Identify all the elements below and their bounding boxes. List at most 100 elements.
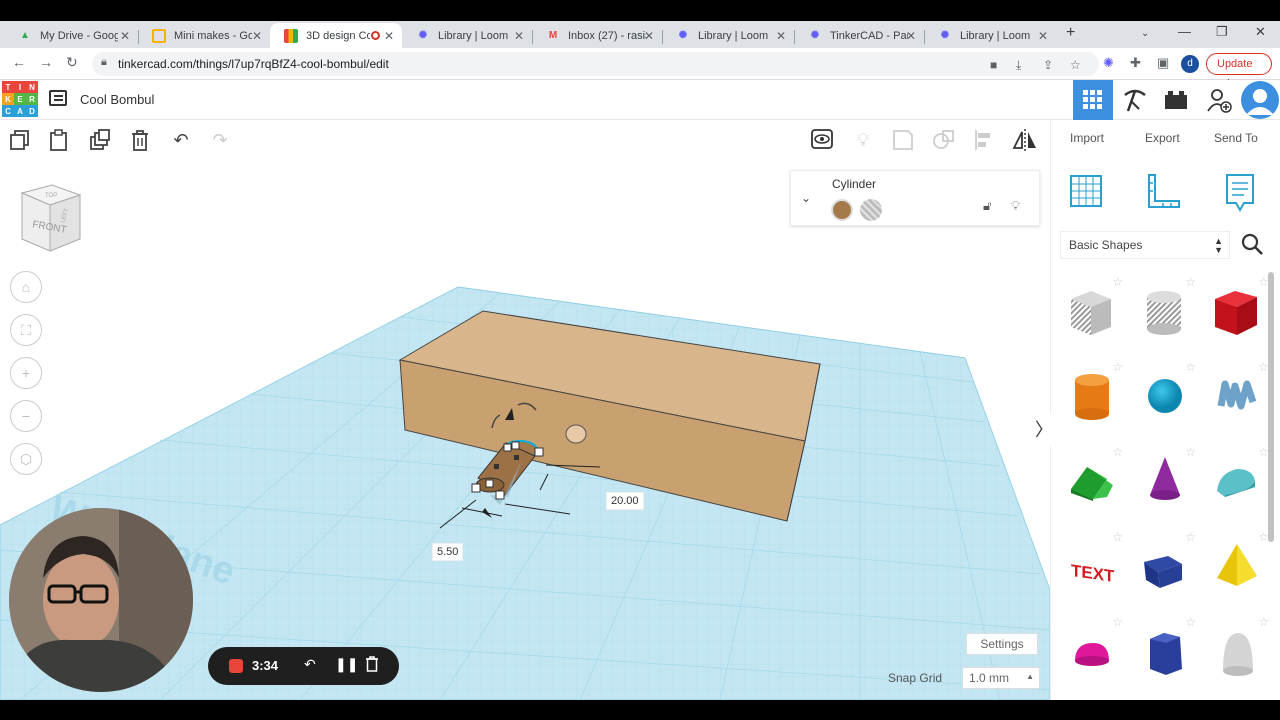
scribble-tile[interactable]: ☆ <box>1203 360 1273 442</box>
pause-icon[interactable]: ❚❚ <box>335 656 358 673</box>
collapse-chevron-icon[interactable]: ⌄ <box>801 191 811 205</box>
trash-icon[interactable] <box>365 656 379 675</box>
cylinder-hole-tile[interactable]: ☆ <box>1130 275 1200 357</box>
stop-recording-button[interactable] <box>229 659 243 673</box>
omnibox[interactable]: 🔒︎ tinkercad.com/things/l7up7rqBfZ4-cool… <box>92 52 1099 76</box>
round-roof-tile[interactable]: ☆ <box>1203 445 1273 527</box>
lock-shape-icon[interactable]: 🔓︎ <box>983 198 991 214</box>
new-tab-icon[interactable]: + <box>1066 24 1075 42</box>
notes-tab[interactable] <box>1222 173 1262 213</box>
undo-icon[interactable]: ↶ <box>169 128 193 152</box>
search-icon[interactable] <box>1241 233 1263 260</box>
workplane-tab[interactable] <box>1068 173 1108 213</box>
paraboloid-tile[interactable]: ☆ <box>1203 615 1273 697</box>
blocks-view-button[interactable] <box>1115 80 1155 120</box>
bricks-view-button[interactable] <box>1156 80 1196 120</box>
width-dimension[interactable]: 5.50 <box>432 543 464 561</box>
browser-tab[interactable]: M Inbox (27) - rasiai ✕ <box>532 23 662 48</box>
ungroup-icon[interactable] <box>932 128 956 152</box>
extensions-puzzle-icon[interactable]: ✚ <box>1130 55 1141 71</box>
roof-tile[interactable]: ☆ <box>1057 445 1127 527</box>
delete-icon[interactable] <box>128 128 152 152</box>
browser-tab[interactable]: ✺ Library | Loom ✕ <box>924 23 1056 48</box>
shape-category-select[interactable]: Basic Shapes ▲ ▼ <box>1060 231 1230 259</box>
group-icon[interactable] <box>891 128 915 152</box>
maximize-icon[interactable]: ❐ <box>1216 24 1228 40</box>
align-icon[interactable] <box>972 128 996 152</box>
zoom-in-icon[interactable]: + <box>10 357 42 389</box>
back-icon[interactable]: ← <box>12 54 26 70</box>
hole-swatch[interactable] <box>860 199 882 221</box>
export-button[interactable]: Export <box>1145 131 1180 145</box>
box-hole-tile[interactable]: ☆ <box>1057 275 1127 357</box>
settings-button[interactable]: Settings <box>966 633 1038 655</box>
sphere-tile[interactable]: ☆ <box>1130 360 1200 442</box>
camera-icon[interactable]: ■ <box>990 58 997 72</box>
cylinder-tile[interactable]: ☆ <box>1057 360 1127 442</box>
browser-tab[interactable]: ✺ TinkerCAD - Part ✕ <box>794 23 924 48</box>
zoom-out-icon[interactable]: − <box>10 400 42 432</box>
import-button[interactable]: Import <box>1070 131 1104 145</box>
bulb-icon[interactable]: 💡︎ <box>851 128 875 152</box>
close-tab-icon[interactable]: ✕ <box>252 29 262 43</box>
design-title[interactable]: Cool Bombul <box>80 92 154 107</box>
copy-icon[interactable] <box>8 128 32 152</box>
show-all-icon[interactable] <box>810 128 834 152</box>
shapes-scrollbar[interactable] <box>1268 272 1274 542</box>
restart-icon[interactable]: ↶ <box>304 656 316 673</box>
text-tile[interactable]: ☆ TEXT <box>1057 530 1127 612</box>
solid-color-swatch[interactable] <box>831 199 853 221</box>
browser-tab[interactable]: ▲ My Drive - Google ✕ <box>4 23 138 48</box>
close-tab-icon[interactable]: ✕ <box>384 29 394 43</box>
update-button[interactable]: Update ⋮ <box>1206 53 1272 90</box>
paste-icon[interactable] <box>47 128 71 152</box>
reload-icon[interactable]: ↻ <box>66 54 78 71</box>
close-tab-icon[interactable]: ✕ <box>776 29 786 43</box>
duplicate-icon[interactable] <box>88 128 112 152</box>
close-tab-icon[interactable]: ✕ <box>1038 29 1048 43</box>
length-dimension[interactable]: 20.00 <box>606 492 644 510</box>
invite-user-button[interactable] <box>1199 80 1239 120</box>
share-icon[interactable]: ⇪ <box>1043 58 1053 72</box>
wedge-tile[interactable]: ☆ <box>1130 530 1200 612</box>
fit-view-icon[interactable]: ⛶ <box>10 314 42 346</box>
install-icon[interactable]: ⤓ <box>1016 58 1021 73</box>
tinkercad-logo[interactable]: T I N K E R C A D <box>2 81 38 117</box>
box-tile[interactable]: ☆ <box>1203 275 1273 357</box>
home-view-icon[interactable]: ⌂ <box>10 271 42 303</box>
browser-tab[interactable]: ✺ Library | Loom ✕ <box>402 23 532 48</box>
browser-tab-active[interactable]: 3D design Co ✕ <box>270 23 402 48</box>
side-panel-icon[interactable]: ▣ <box>1157 55 1169 71</box>
cone-tile[interactable]: ☆ <box>1130 445 1200 527</box>
loom-extension-icon[interactable]: ✺ <box>1103 55 1114 71</box>
design-menu-icon[interactable] <box>49 90 67 106</box>
redo-icon[interactable]: ↷ <box>208 128 232 152</box>
profile-avatar[interactable]: d <box>1181 55 1199 73</box>
webcam-bubble[interactable] <box>9 508 193 692</box>
send-to-button[interactable]: Send To <box>1214 131 1258 145</box>
view-cube[interactable]: FRONT TOP LEFT <box>18 183 82 253</box>
tab-search-icon[interactable]: ⌄ <box>1141 28 1149 39</box>
polygon-tile[interactable]: ☆ <box>1130 615 1200 697</box>
mirror-icon[interactable] <box>1012 128 1036 152</box>
close-tab-icon[interactable]: ✕ <box>906 29 916 43</box>
logo-letter: D <box>26 105 38 117</box>
3d-design-view-button[interactable] <box>1073 80 1113 120</box>
browser-tab[interactable]: Mini makes - Goo ✕ <box>138 23 270 48</box>
ruler-tab[interactable] <box>1145 173 1185 213</box>
forward-icon[interactable]: → <box>39 54 53 70</box>
hide-shape-icon[interactable]: 💡︎ <box>1011 198 1020 214</box>
browser-tab[interactable]: ✺ Library | Loom ✕ <box>662 23 794 48</box>
pyramid-tile[interactable]: ☆ <box>1203 530 1273 612</box>
half-sphere-tile[interactable]: ☆ <box>1057 615 1127 697</box>
close-window-icon[interactable]: ✕ <box>1255 24 1266 40</box>
collapse-panel-icon[interactable]: 〉 <box>1035 414 1053 446</box>
snap-grid-select[interactable]: 1.0 mm ▲ <box>962 667 1040 689</box>
close-tab-icon[interactable]: ✕ <box>644 29 654 43</box>
bookmark-star-icon[interactable]: ☆ <box>1070 58 1081 72</box>
close-tab-icon[interactable]: ✕ <box>120 29 130 43</box>
minimize-icon[interactable]: — <box>1178 24 1191 39</box>
close-tab-icon[interactable]: ✕ <box>514 29 524 43</box>
perspective-icon[interactable]: ⬡ <box>10 443 42 475</box>
user-avatar[interactable] <box>1241 81 1279 119</box>
